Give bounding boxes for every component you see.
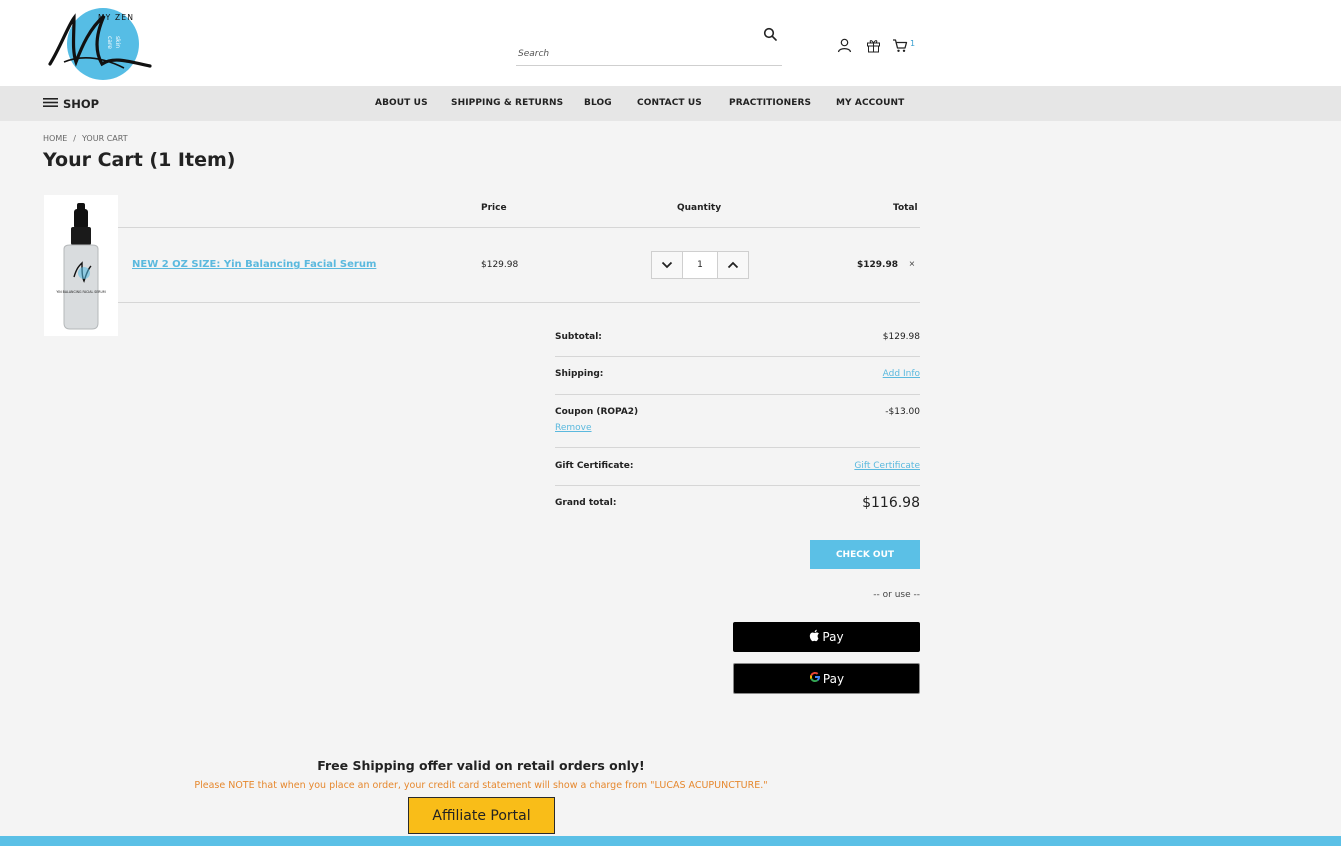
search-input[interactable]: [518, 46, 748, 62]
nav-contact-us[interactable]: CONTACT US: [637, 98, 702, 108]
col-head-quantity: Quantity: [677, 203, 722, 213]
nav-my-account[interactable]: MY ACCOUNT: [836, 98, 904, 108]
quantity-decrease-button[interactable]: [652, 252, 683, 278]
or-use-divider: -- or use --: [873, 590, 920, 600]
checkout-button[interactable]: CHECK OUT: [810, 540, 920, 569]
nav-blog[interactable]: BLOG: [584, 98, 612, 108]
search-bar: [516, 22, 782, 66]
site-logo[interactable]: MY ZEN skin care: [44, 6, 156, 80]
apple-logo-icon: [809, 629, 820, 645]
grand-total-value: $116.98: [862, 495, 920, 511]
google-pay-label: Pay: [822, 671, 845, 686]
item-price: $129.98: [481, 260, 519, 270]
gift-certificate-link[interactable]: Gift Certificate: [854, 461, 920, 471]
shop-menu-button[interactable]: SHOP: [43, 95, 99, 113]
affiliate-portal-button[interactable]: Affiliate Portal: [408, 797, 555, 834]
product-image[interactable]: YIN BALANCING FACIAL SERUM: [44, 195, 118, 336]
apple-pay-label: Pay: [822, 630, 844, 644]
totals-divider: [555, 394, 920, 395]
subtotal-label: Subtotal:: [555, 332, 602, 342]
hamburger-icon: [43, 95, 58, 113]
grand-total-label: Grand total:: [555, 498, 617, 508]
totals-divider: [555, 356, 920, 357]
breadcrumb: HOME / YOUR CART: [43, 134, 128, 143]
free-shipping-notice: Free Shipping offer valid on retail orde…: [317, 758, 645, 773]
nav-practitioners[interactable]: PRACTITIONERS: [729, 98, 811, 108]
remove-item-icon[interactable]: ×: [909, 259, 915, 270]
table-row-divider: [118, 302, 920, 303]
shipping-add-info-link[interactable]: Add Info: [883, 369, 920, 379]
search-icon[interactable]: [760, 24, 780, 44]
main-nav: SHOP ABOUT US SHIPPING & RETURNS BLOG CO…: [0, 86, 1341, 121]
breadcrumb-separator: /: [73, 134, 76, 143]
logo-text-skin: skin: [114, 36, 121, 48]
logo-text-care: care: [106, 36, 113, 49]
billing-note: Please NOTE that when you place an order…: [194, 780, 768, 791]
apple-pay-button[interactable]: Pay: [733, 622, 920, 652]
breadcrumb-home[interactable]: HOME: [43, 134, 67, 143]
page-title: Your Cart (1 Item): [43, 149, 236, 171]
site-header: MY ZEN skin care 1: [0, 0, 1341, 86]
logo-text-myzen: MY ZEN: [98, 13, 134, 22]
breadcrumb-current: YOUR CART: [81, 134, 128, 143]
nav-about-us[interactable]: ABOUT US: [375, 98, 428, 108]
totals-divider: [555, 485, 920, 486]
quantity-stepper: [651, 251, 749, 279]
item-total: $129.98: [857, 260, 898, 270]
google-logo-icon: [809, 671, 821, 686]
product-name-link[interactable]: NEW 2 OZ SIZE: Yin Balancing Facial Seru…: [132, 259, 376, 270]
chevron-up-icon: [727, 261, 739, 269]
gift-icon[interactable]: [864, 36, 882, 54]
table-header-divider: [118, 227, 920, 228]
gift-certificate-label: Gift Certificate:: [555, 461, 634, 471]
shipping-label: Shipping:: [555, 369, 604, 379]
cart-icon[interactable]: [891, 36, 909, 54]
subtotal-value: $129.98: [882, 332, 920, 342]
quantity-input[interactable]: [683, 252, 717, 278]
nav-shipping-returns[interactable]: SHIPPING & RETURNS: [451, 98, 563, 108]
col-head-price: Price: [481, 203, 507, 213]
bottle-label-text: YIN BALANCING FACIAL SERUM: [56, 290, 105, 294]
coupon-label: Coupon (ROPA2): [555, 407, 639, 417]
logo-graphic: MY ZEN skin care: [48, 8, 152, 80]
totals-divider: [555, 447, 920, 448]
chevron-down-icon: [661, 261, 673, 269]
coupon-remove-link[interactable]: Remove: [555, 423, 592, 433]
footer-bar: [0, 836, 1341, 846]
coupon-value: -$13.00: [885, 407, 920, 417]
account-icon[interactable]: [835, 36, 853, 54]
cart-count-badge: 1: [910, 39, 916, 48]
google-pay-button[interactable]: Pay: [733, 663, 920, 694]
col-head-total: Total: [893, 203, 918, 213]
quantity-increase-button[interactable]: [717, 252, 748, 278]
shop-label: SHOP: [63, 97, 100, 111]
